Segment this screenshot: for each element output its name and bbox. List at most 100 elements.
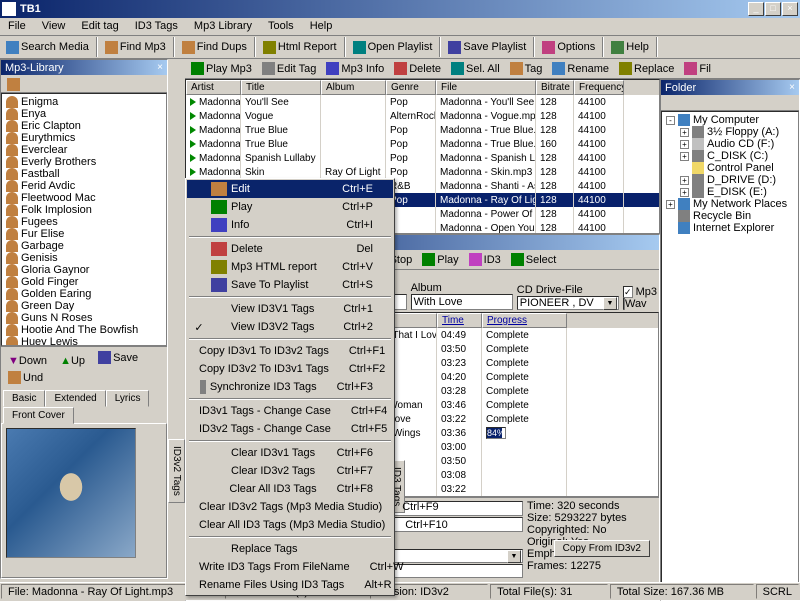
up-button[interactable]: ▲Up: [55, 353, 90, 369]
ctx-copy-id3v1-to-id3v2-tags[interactable]: Copy ID3v1 To ID3v2 TagsCtrl+F1: [187, 342, 393, 360]
menu-file[interactable]: File: [0, 18, 34, 35]
minimize-button[interactable]: _: [748, 2, 764, 16]
col-frequency[interactable]: Frequency: [574, 80, 624, 95]
artist-tree[interactable]: EnigmaEnyaEric ClaptonEurythmicsEverclea…: [1, 93, 167, 346]
ripper-select-button[interactable]: Select: [506, 251, 562, 268]
replace-button[interactable]: Replace: [614, 60, 679, 77]
folder-item[interactable]: Internet Explorer: [664, 222, 796, 234]
artist-item[interactable]: Eurythmics: [4, 132, 164, 144]
ctx-copy-id3v2-to-id3v1-tags[interactable]: Copy ID3v2 To ID3v1 TagsCtrl+F2: [187, 360, 393, 378]
artist-item[interactable]: Enigma: [4, 96, 164, 108]
artist-item[interactable]: Eric Clapton: [4, 120, 164, 132]
ctx-id3v1-tags-change-case[interactable]: ID3v1 Tags - Change CaseCtrl+F4: [187, 402, 393, 420]
library-close-icon[interactable]: ×: [157, 62, 163, 73]
rename-button[interactable]: Rename: [547, 60, 614, 77]
tab-extended[interactable]: Extended: [45, 390, 105, 407]
ctx-replace-tags[interactable]: Replace Tags: [187, 540, 393, 558]
mp3-info-button[interactable]: Mp3 Info: [321, 60, 389, 77]
expand-icon[interactable]: +: [680, 176, 689, 185]
html-report-button[interactable]: Html Report: [258, 37, 342, 57]
sel--all-button[interactable]: Sel. All: [446, 60, 505, 77]
library-tool-icon[interactable]: [2, 76, 27, 93]
edit-tag-button[interactable]: Edit Tag: [257, 60, 322, 77]
ripper-col-time[interactable]: Time: [437, 313, 482, 328]
ctx-write-id3-tags-from-filename[interactable]: Write ID3 Tags From FileNameCtrl+W: [187, 558, 393, 576]
expand-icon[interactable]: +: [666, 200, 675, 209]
artist-item[interactable]: Fugees: [4, 216, 164, 228]
ctx-info[interactable]: InfoCtrl+I: [187, 216, 393, 234]
artist-item[interactable]: Huey Lewis: [4, 336, 164, 346]
options-button[interactable]: Options: [537, 37, 600, 57]
ctx-play[interactable]: PlayCtrl+P: [187, 198, 393, 216]
down-button[interactable]: ▼Down: [3, 353, 52, 369]
fil-button[interactable]: Fil: [679, 60, 716, 77]
grid-row[interactable]: MadonnaYou'll SeePopMadonna - You'll See…: [186, 95, 659, 109]
expand-icon[interactable]: +: [680, 140, 689, 149]
tab-front-cover[interactable]: Front Cover: [3, 407, 74, 424]
folder-close-icon[interactable]: ×: [789, 82, 795, 93]
folder-item[interactable]: +C_DISK (C:): [664, 150, 796, 162]
col-artist[interactable]: Artist: [186, 80, 241, 95]
ctx-delete[interactable]: DeleteDel: [187, 240, 393, 258]
col-album[interactable]: Album: [321, 80, 386, 95]
grid-row[interactable]: MadonnaTrue BluePopMadonna - True Blue..…: [186, 137, 659, 151]
menu-id3-tags[interactable]: ID3 Tags: [127, 18, 186, 35]
maximize-button[interactable]: □: [765, 2, 781, 16]
grid-row[interactable]: MadonnaSpanish LullabyPopMadonna - Spani…: [186, 151, 659, 165]
ctx-clear-all-id3-tags[interactable]: Clear All ID3 TagsCtrl+F8: [187, 480, 393, 498]
tab-lyrics[interactable]: Lyrics: [106, 390, 150, 407]
menu-help[interactable]: Help: [302, 18, 341, 35]
folder-tree[interactable]: -My Computer+3½ Floppy (A:)+Audio CD (F:…: [661, 111, 799, 600]
find-dups-button[interactable]: Find Dups: [177, 37, 252, 57]
col-file[interactable]: File: [436, 80, 536, 95]
expand-icon[interactable]: +: [680, 152, 689, 161]
ctx-id3v2-tags-change-case[interactable]: ID3v2 Tags - Change CaseCtrl+F5: [187, 420, 393, 438]
delete-button[interactable]: Delete: [389, 60, 446, 77]
ctx-view-id3v2-tags[interactable]: ✓View ID3V2 TagsCtrl+2: [187, 318, 393, 336]
grid-row[interactable]: MadonnaVogueAlternRockMadonna - Vogue.mp…: [186, 109, 659, 123]
ctx-clear-all-id3-tags-mp3-media-studio-[interactable]: Clear All ID3 Tags (Mp3 Media Studio)Ctr…: [187, 516, 393, 534]
ripper-play-button[interactable]: Play: [417, 251, 463, 268]
ctx-clear-id3v2-tags[interactable]: Clear ID3v2 TagsCtrl+F7: [187, 462, 393, 480]
mp3-checkbox[interactable]: ✓: [623, 286, 633, 298]
artist-item[interactable]: Fastball: [4, 168, 164, 180]
folder-item[interactable]: +3½ Floppy (A:): [664, 126, 796, 138]
undo-button[interactable]: Und: [3, 369, 48, 386]
cd-drive-select[interactable]: PIONEER , DV: [517, 296, 619, 310]
artist-item[interactable]: Fur Elise: [4, 228, 164, 240]
ctx-mp3-html-report[interactable]: Mp3 HTML reportCtrl+V: [187, 258, 393, 276]
artist-item[interactable]: Genisis: [4, 252, 164, 264]
artist-item[interactable]: Enya: [4, 108, 164, 120]
copy-from-id3v2-button[interactable]: Copy From ID3v2: [554, 540, 650, 557]
ctx-edit[interactable]: EditCtrl+E: [187, 180, 393, 198]
folder-item[interactable]: +E_DISK (E:): [664, 186, 796, 198]
expand-icon[interactable]: +: [680, 188, 689, 197]
ctx-clear-id3v1-tags[interactable]: Clear ID3v1 TagsCtrl+F6: [187, 444, 393, 462]
col-bitrate[interactable]: Bitrate: [536, 80, 574, 95]
grid-row[interactable]: MadonnaTrue BluePopMadonna - True Blue..…: [186, 123, 659, 137]
menu-tools[interactable]: Tools: [260, 18, 302, 35]
save-button[interactable]: Save: [93, 349, 143, 366]
folder-item[interactable]: +D_DRIVE (D:): [664, 174, 796, 186]
grid-row[interactable]: MadonnaSkinRay Of LightPopMadonna - Skin…: [186, 165, 659, 179]
tab-basic[interactable]: Basic: [3, 390, 45, 407]
id3v2-tags-vtab[interactable]: ID3v2 Tags: [168, 439, 185, 503]
artist-item[interactable]: Green Day: [4, 300, 164, 312]
open-playlist-button[interactable]: Open Playlist: [348, 37, 438, 57]
ctx-synchronize-id3-tags[interactable]: Synchronize ID3 TagsCtrl+F3: [187, 378, 393, 396]
save-playlist-button[interactable]: Save Playlist: [443, 37, 531, 57]
folder-item[interactable]: -My Computer: [664, 114, 796, 126]
play-mp3-button[interactable]: Play Mp3: [186, 60, 257, 77]
artist-item[interactable]: Everly Brothers: [4, 156, 164, 168]
ripper-id3-button[interactable]: ID3: [464, 251, 506, 268]
artist-item[interactable]: Gold Finger: [4, 276, 164, 288]
col-genre[interactable]: Genre: [386, 80, 436, 95]
artist-item[interactable]: Fleetwood Mac: [4, 192, 164, 204]
ctx-clear-id3v2-tags-mp3-media-studio-[interactable]: Clear ID3v2 Tags (Mp3 Media Studio)Ctrl+…: [187, 498, 393, 516]
find-mp3-button[interactable]: Find Mp3: [100, 37, 171, 57]
col-title[interactable]: Title: [241, 80, 321, 95]
ctx-view-id3v1-tags[interactable]: View ID3V1 TagsCtrl+1: [187, 300, 393, 318]
expand-icon[interactable]: -: [666, 116, 675, 125]
folder-item[interactable]: Control Panel: [664, 162, 796, 174]
artist-item[interactable]: Everclear: [4, 144, 164, 156]
